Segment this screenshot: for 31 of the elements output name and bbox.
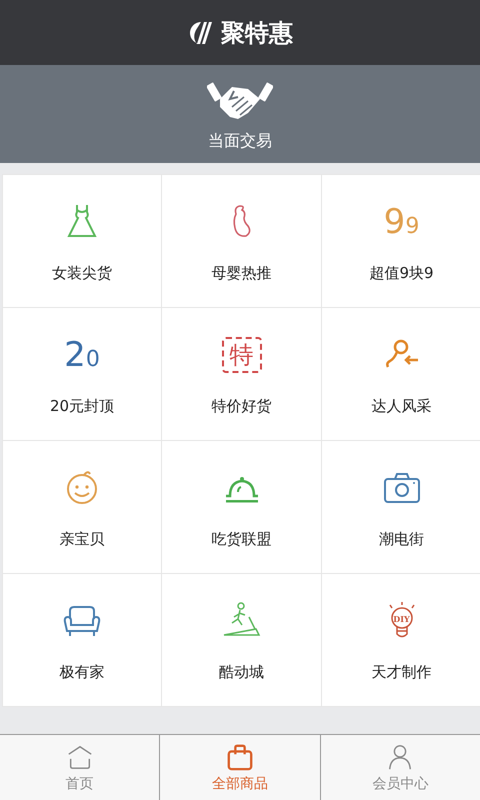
category-tile[interactable]: 2 0 20元封顶 [3,308,161,440]
stamp-icon: 特 [222,337,262,373]
category-label: 特价好货 [212,397,272,416]
category-tile[interactable]: 达人风采 [322,308,480,440]
category-tile[interactable]: 亲宝贝 [3,441,161,573]
category-label: 天才制作 [372,663,432,682]
category-label: 亲宝贝 [60,530,104,549]
category-label: 达人风采 [372,397,432,416]
category-label: 酷动城 [219,663,264,682]
category-label: 20元封顶 [50,397,114,416]
category-tile[interactable]: 女装尖货 [3,175,161,307]
number-icon: 99 [384,202,420,242]
app-title: 聚特惠 [221,18,293,48]
banner[interactable]: 当面交易 [0,65,480,163]
number-icon: 2 0 [64,335,100,375]
category-tile[interactable]: 99 超值9块9 [322,175,480,307]
category-label: 潮电街 [379,530,424,549]
category-tile[interactable]: 吃货联盟 [162,441,321,573]
category-tile[interactable]: DIY 天才制作 [322,574,480,706]
category-label: 吃货联盟 [212,530,272,549]
category-tile[interactable]: 特 特价好货 [162,308,321,440]
category-tile[interactable]: 潮电街 [322,441,480,573]
banner-label: 当面交易 [208,130,272,152]
category-tile[interactable]: 母婴热推 [162,175,321,307]
category-label: 极有家 [60,663,104,682]
shopping-bag-icon [226,742,254,770]
category-label: 超值9块9 [369,264,434,283]
category-tile[interactable]: 极有家 [3,574,161,706]
category-label: 女装尖货 [52,264,112,283]
category-label: 母婴热推 [212,264,272,283]
category-tile[interactable]: 酷动城 [162,574,321,706]
